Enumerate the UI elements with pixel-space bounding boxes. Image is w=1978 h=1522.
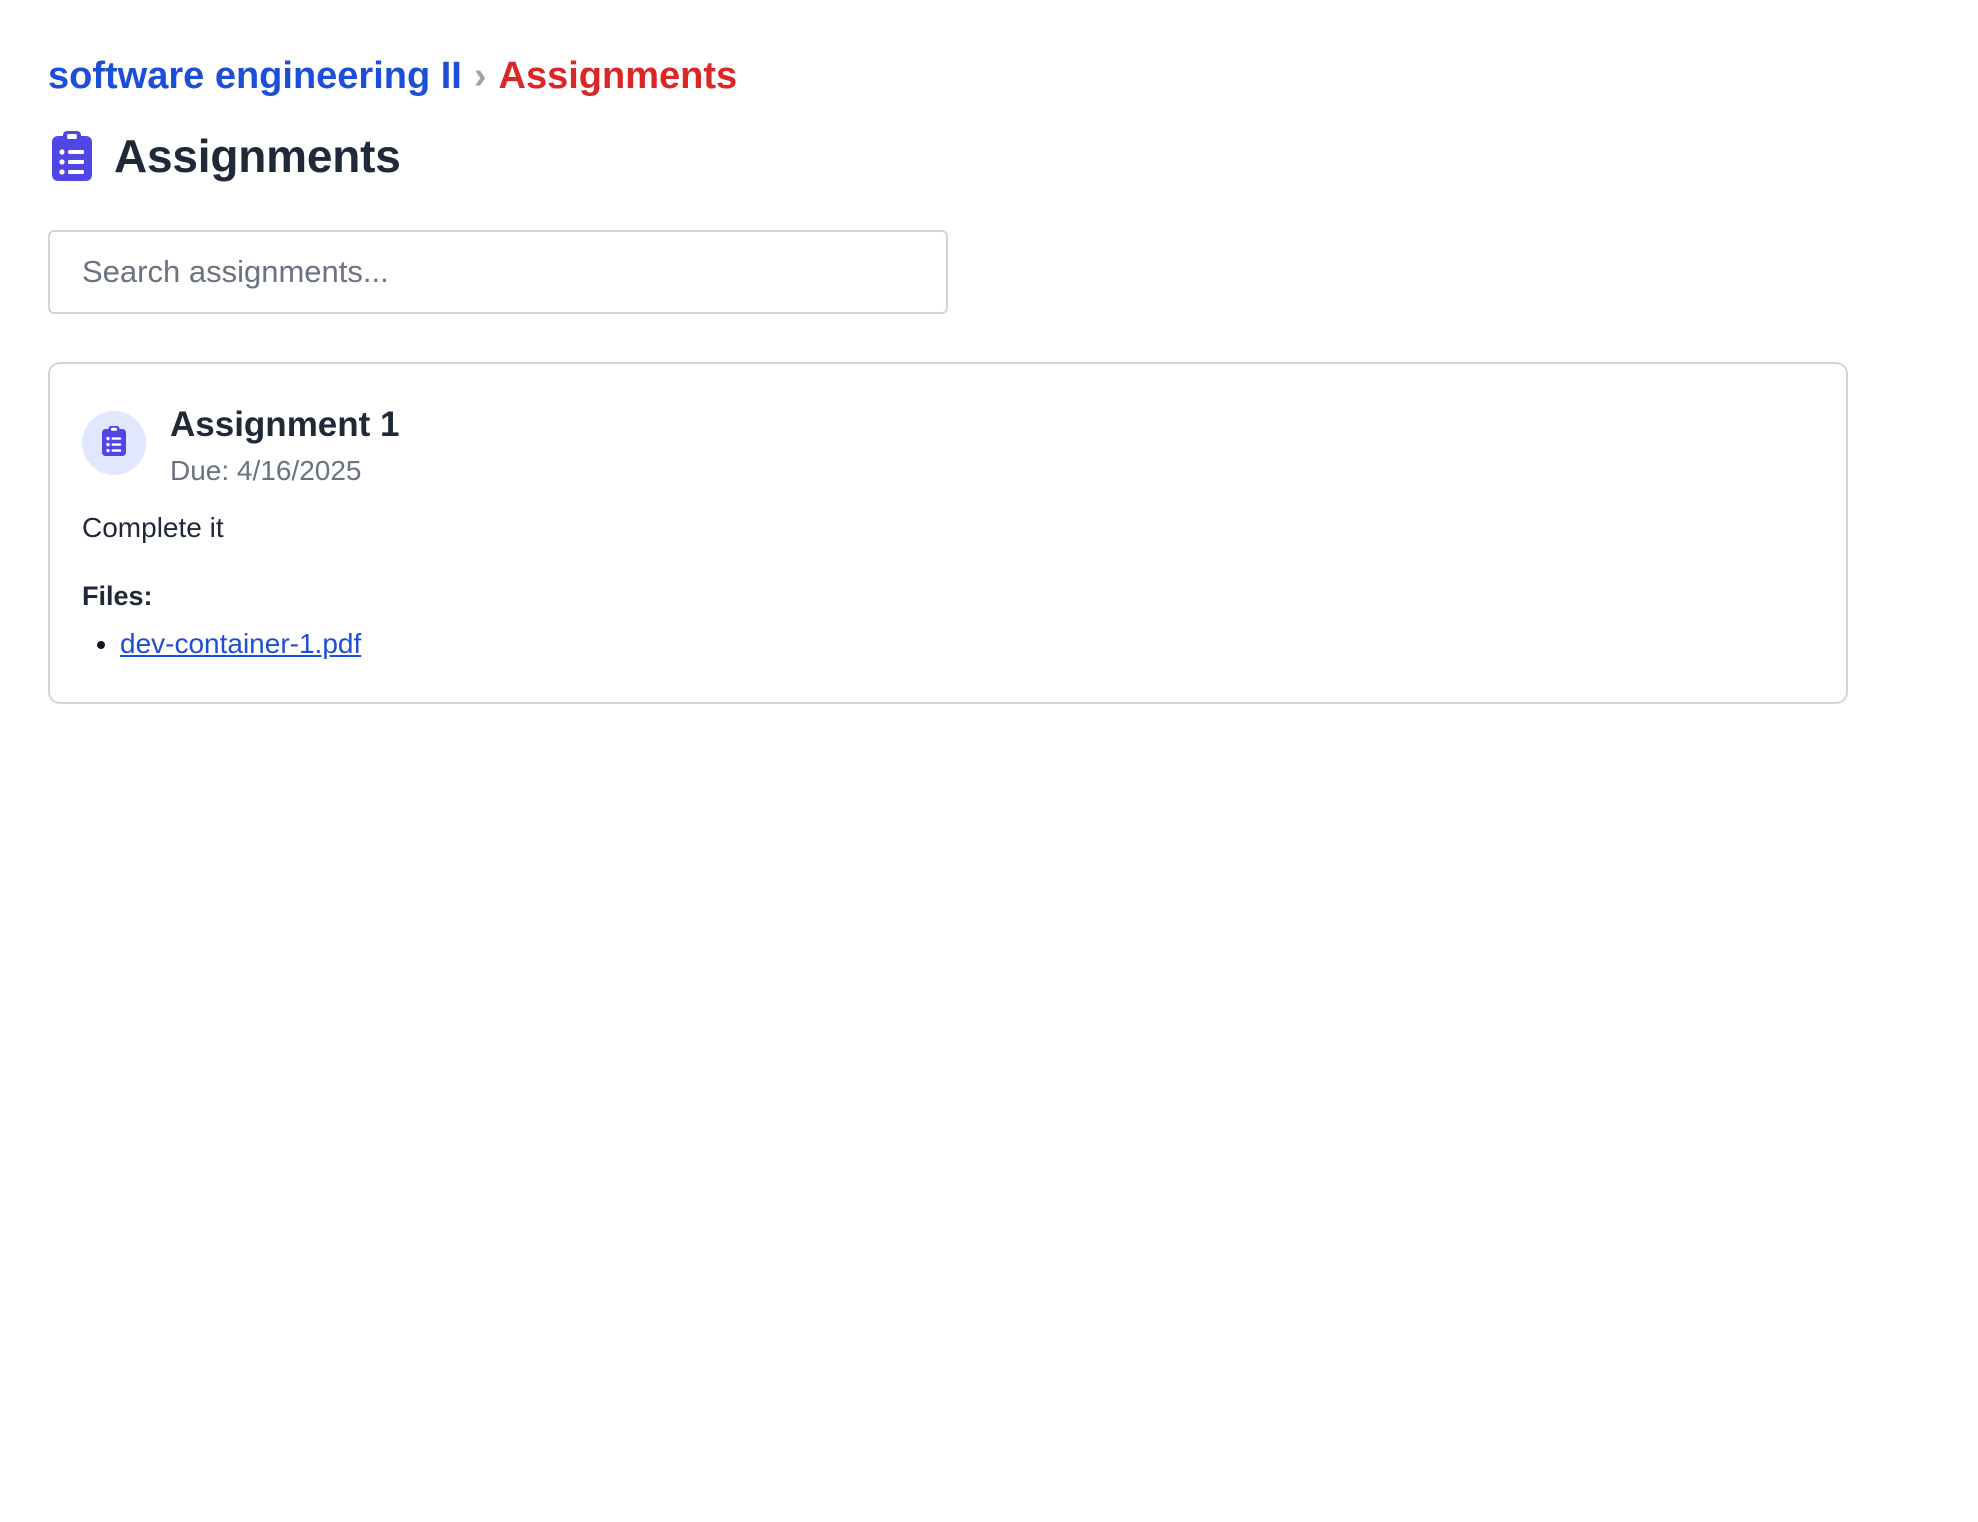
assignment-description: Complete it [82,512,224,543]
search-input[interactable] [48,230,948,314]
file-link[interactable]: dev-container-1.pdf [120,628,361,659]
assignment-due-date: Due: 4/16/2025 [170,455,362,486]
files-list: dev-container-1.pdf [82,624,1814,664]
search-container [48,230,948,314]
assignment-card-header: Assignment 1 Due: 4/16/2025 [82,404,1814,490]
assignment-title: Assignment 1 [170,405,400,444]
assignment-icon-badge [82,411,146,475]
page-header: Assignments [48,118,1848,194]
file-list-item: dev-container-1.pdf [120,624,1814,664]
breadcrumb-course-link[interactable]: software engineering II [48,48,462,104]
clipboard-list-icon [48,130,96,182]
files-label: Files: [82,581,153,611]
page-title: Assignments [114,130,401,182]
assignment-card: Assignment 1 Due: 4/16/2025 Complete it … [48,362,1848,704]
breadcrumb: software engineering II › Assignments [48,48,1848,104]
clipboard-list-icon [102,425,126,461]
assignment-heading: Assignment 1 Due: 4/16/2025 [170,404,400,490]
assignments-page: software engineering II › Assignments As… [48,48,1848,704]
breadcrumb-separator: › [473,55,487,97]
breadcrumb-current: Assignments [498,55,738,97]
